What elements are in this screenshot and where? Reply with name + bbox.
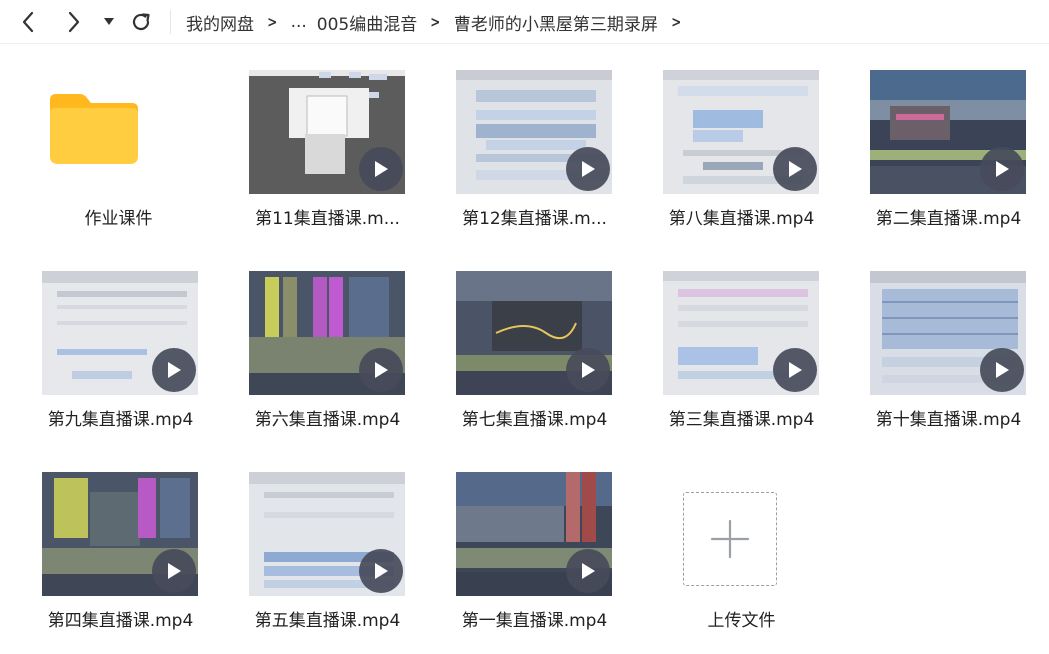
video-item[interactable]: 第三集直播课.mp4 [639, 271, 819, 451]
breadcrumb-ellipsis[interactable]: ... [291, 12, 307, 32]
video-item[interactable]: 第二集直播课.mp4 [846, 70, 1026, 250]
play-icon[interactable] [152, 549, 196, 593]
breadcrumb-root[interactable]: 我的网盘 [186, 10, 254, 35]
toolbar: 我的网盘 > ... 005编曲混音 > 曹老师的小黑屋第三期录屏 > [0, 0, 1049, 44]
play-icon[interactable] [566, 348, 610, 392]
file-name: 第一集直播课.mp4 [461, 611, 608, 631]
upload-button[interactable] [683, 492, 777, 586]
breadcrumb-item[interactable]: 005编曲混音 [317, 10, 417, 35]
video-thumbnail [663, 271, 819, 395]
refresh-icon [132, 13, 150, 31]
video-thumbnail [42, 472, 198, 596]
play-icon[interactable] [359, 348, 403, 392]
play-icon[interactable] [152, 348, 196, 392]
toolbar-divider [170, 10, 171, 34]
refresh-button[interactable] [128, 9, 154, 35]
file-name: 第五集直播课.mp4 [254, 611, 401, 631]
caret-down-icon [104, 18, 114, 25]
play-icon[interactable] [980, 147, 1024, 191]
breadcrumb-separator: > [671, 13, 682, 31]
file-name: 第三集直播课.mp4 [668, 410, 815, 430]
video-thumbnail [42, 271, 198, 395]
play-icon[interactable] [773, 348, 817, 392]
folder-item[interactable]: 作业课件 [16, 70, 196, 250]
breadcrumb-separator: > [267, 13, 278, 31]
video-item[interactable]: 第11集直播课.m... [225, 70, 405, 250]
play-icon[interactable] [359, 147, 403, 191]
breadcrumb: 我的网盘 > ... 005编曲混音 > 曹老师的小黑屋第三期录屏 > [186, 0, 694, 44]
video-thumbnail [249, 70, 405, 194]
file-name: 第四集直播课.mp4 [47, 611, 194, 631]
file-name: 第九集直播课.mp4 [47, 410, 194, 430]
file-name: 第八集直播课.mp4 [668, 209, 815, 229]
chevron-left-icon [22, 11, 34, 33]
file-name: 第二集直播课.mp4 [875, 209, 1022, 229]
video-item[interactable]: 第五集直播课.mp4 [225, 472, 405, 652]
breadcrumb-separator: > [430, 13, 441, 31]
plus-icon [710, 519, 750, 559]
file-name: 第七集直播课.mp4 [461, 410, 608, 430]
video-thumbnail [870, 271, 1026, 395]
video-thumbnail [456, 472, 612, 596]
file-name: 第十集直播课.mp4 [875, 410, 1022, 430]
file-name: 第六集直播课.mp4 [254, 410, 401, 430]
video-item[interactable]: 第八集直播课.mp4 [639, 70, 819, 250]
file-name: 第12集直播课.m... [462, 209, 607, 229]
file-name: 作业课件 [84, 209, 153, 229]
breadcrumb-item-current[interactable]: 曹老师的小黑屋第三期录屏 [454, 10, 658, 35]
play-icon[interactable] [566, 549, 610, 593]
upload-tile[interactable]: 上传文件 [639, 472, 819, 652]
video-item[interactable]: 第七集直播课.mp4 [432, 271, 612, 451]
file-name: 第11集直播课.m... [255, 209, 400, 229]
video-item[interactable]: 第一集直播课.mp4 [432, 472, 612, 652]
upload-label: 上传文件 [707, 611, 776, 631]
back-button[interactable] [16, 9, 40, 35]
video-item[interactable]: 第六集直播课.mp4 [225, 271, 405, 451]
play-icon[interactable] [773, 147, 817, 191]
play-icon[interactable] [980, 348, 1024, 392]
video-item[interactable]: 第12集直播课.m... [432, 70, 612, 250]
video-item[interactable]: 第十集直播课.mp4 [846, 271, 1026, 451]
play-icon[interactable] [566, 147, 610, 191]
video-thumbnail [456, 70, 612, 194]
folder-icon [50, 94, 138, 164]
forward-button[interactable] [62, 9, 86, 35]
chevron-right-icon [68, 11, 80, 33]
video-thumbnail [870, 70, 1026, 194]
history-dropdown-button[interactable] [100, 9, 118, 35]
video-thumbnail [663, 70, 819, 194]
video-item[interactable]: 第四集直播课.mp4 [18, 472, 198, 652]
play-icon[interactable] [359, 549, 403, 593]
video-thumbnail [249, 472, 405, 596]
video-thumbnail [456, 271, 612, 395]
video-thumbnail [249, 271, 405, 395]
video-item[interactable]: 第九集直播课.mp4 [18, 271, 198, 451]
